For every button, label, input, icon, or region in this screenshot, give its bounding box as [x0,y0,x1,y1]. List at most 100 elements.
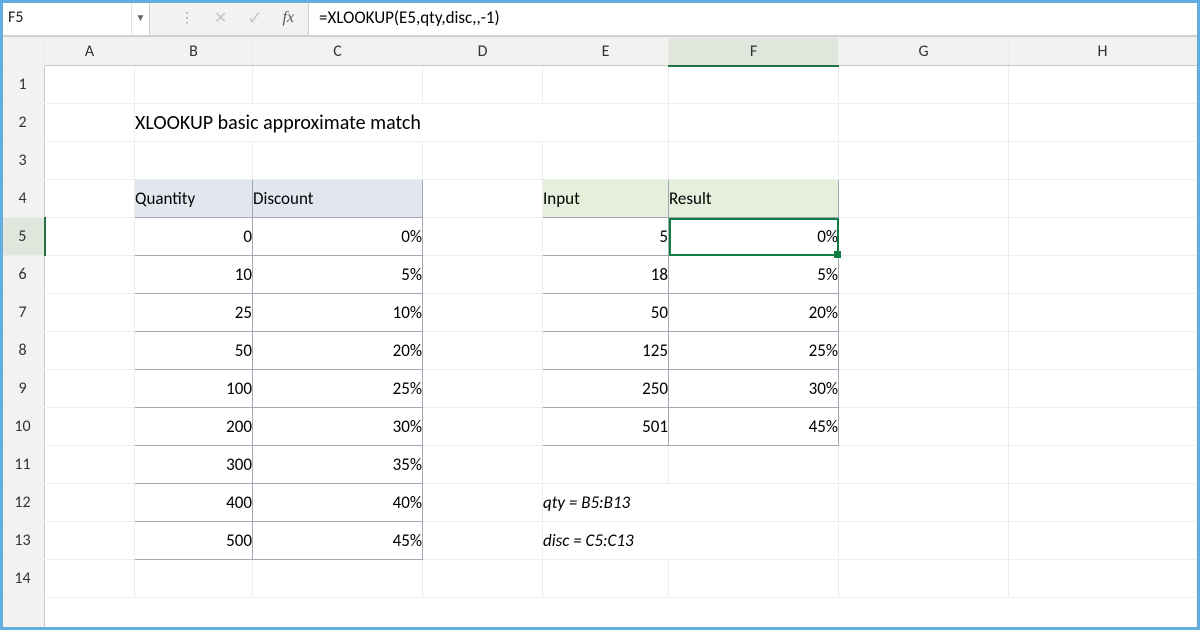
fx-icon[interactable]: fx [283,9,295,27]
cell-D10[interactable] [423,408,543,446]
cell-A3[interactable] [45,142,135,180]
cell-B12[interactable]: 400 [135,484,253,522]
col-header-D[interactable]: D [423,38,543,66]
cell-D6[interactable] [423,256,543,294]
cell-C5[interactable]: 0% [253,218,423,256]
col-header-C[interactable]: C [253,38,423,66]
cell-G3[interactable] [839,142,1009,180]
cell-H9[interactable] [1009,370,1197,408]
formula-input[interactable]: =XLOOKUP(E5,qty,disc,,-1) [308,0,1200,35]
cell-B13[interactable]: 500 [135,522,253,560]
cell-E6[interactable]: 18 [543,256,669,294]
table2-header-input[interactable]: Input [543,180,669,218]
cell-H6[interactable] [1009,256,1197,294]
cell-G11[interactable] [839,446,1009,484]
cell-A1[interactable] [45,66,135,104]
cell-H2[interactable] [1009,104,1197,142]
cell-C3[interactable] [253,142,423,180]
note-qty[interactable]: qty = B5:B13 [543,484,839,522]
row-header-4[interactable]: 4 [1,180,45,218]
cell-D1[interactable] [423,66,543,104]
enter-icon[interactable]: ✓ [247,7,262,29]
row-header-11[interactable]: 11 [1,446,45,484]
cell-H1[interactable] [1009,66,1197,104]
cell-B11[interactable]: 300 [135,446,253,484]
cell-D13[interactable] [423,522,543,560]
table2-header-result[interactable]: Result [669,180,839,218]
cell-E7[interactable]: 50 [543,294,669,332]
table1-header-discount[interactable]: Discount [253,180,423,218]
cell-A11[interactable] [45,446,135,484]
cell-A6[interactable] [45,256,135,294]
cell-B7[interactable]: 25 [135,294,253,332]
cell-E14[interactable] [543,560,669,598]
cell-G9[interactable] [839,370,1009,408]
row-header-15[interactable] [1,598,45,630]
cell-D8[interactable] [423,332,543,370]
cell-G13[interactable] [839,522,1009,560]
row-header-8[interactable]: 8 [1,332,45,370]
worksheet-grid[interactable]: A B C D E F G H 1 2 XLOOKUP basic approx… [0,36,1200,630]
col-header-A[interactable]: A [45,38,135,66]
name-box-dropdown-icon[interactable]: ▼ [131,0,149,35]
row-header-9[interactable]: 9 [1,370,45,408]
cell-F6[interactable]: 5% [669,256,839,294]
cell-G4[interactable] [839,180,1009,218]
table1-header-quantity[interactable]: Quantity [135,180,253,218]
cell-C1[interactable] [253,66,423,104]
cell-H11[interactable] [1009,446,1197,484]
cell-F7[interactable]: 20% [669,294,839,332]
row-header-14[interactable]: 14 [1,560,45,598]
cell-G6[interactable] [839,256,1009,294]
cell-C6[interactable]: 5% [253,256,423,294]
cell-H8[interactable] [1009,332,1197,370]
cell-H3[interactable] [1009,142,1197,180]
cell-A12[interactable] [45,484,135,522]
cell-D3[interactable] [423,142,543,180]
cell-E9[interactable]: 250 [543,370,669,408]
cell-A2[interactable] [45,104,135,142]
cell-H7[interactable] [1009,294,1197,332]
cell-G1[interactable] [839,66,1009,104]
row-header-5[interactable]: 5 [1,218,45,256]
note-disc[interactable]: disc = C5:C13 [543,522,839,560]
cell-C8[interactable]: 20% [253,332,423,370]
cell-D12[interactable] [423,484,543,522]
row-header-13[interactable]: 13 [1,522,45,560]
cell-G12[interactable] [839,484,1009,522]
more-icon[interactable]: ⋮ [180,9,194,26]
cell-G10[interactable] [839,408,1009,446]
cell-F2[interactable] [669,104,839,142]
cell-row15[interactable] [45,598,1197,630]
cell-F5[interactable]: 0% [669,218,839,256]
cell-C10[interactable]: 30% [253,408,423,446]
cell-H12[interactable] [1009,484,1197,522]
row-header-6[interactable]: 6 [1,256,45,294]
cell-A7[interactable] [45,294,135,332]
title-cell[interactable]: XLOOKUP basic approximate match [135,104,669,142]
cell-E11[interactable] [543,446,669,484]
cell-C9[interactable]: 25% [253,370,423,408]
cell-A4[interactable] [45,180,135,218]
cell-B6[interactable]: 10 [135,256,253,294]
cell-D4[interactable] [423,180,543,218]
cell-G8[interactable] [839,332,1009,370]
cell-A10[interactable] [45,408,135,446]
cell-C7[interactable]: 10% [253,294,423,332]
col-header-E[interactable]: E [543,38,669,66]
cell-A13[interactable] [45,522,135,560]
cell-D7[interactable] [423,294,543,332]
name-box-value[interactable]: F5 [0,0,131,35]
cell-A5[interactable] [45,218,135,256]
cell-E10[interactable]: 501 [543,408,669,446]
cell-B8[interactable]: 50 [135,332,253,370]
cell-C11[interactable]: 35% [253,446,423,484]
cell-D5[interactable] [423,218,543,256]
cell-H10[interactable] [1009,408,1197,446]
cell-A8[interactable] [45,332,135,370]
col-header-B[interactable]: B [135,38,253,66]
cell-A14[interactable] [45,560,135,598]
cell-E5[interactable]: 5 [543,218,669,256]
name-box[interactable]: F5 ▼ [0,0,150,35]
cell-E3[interactable] [543,142,669,180]
